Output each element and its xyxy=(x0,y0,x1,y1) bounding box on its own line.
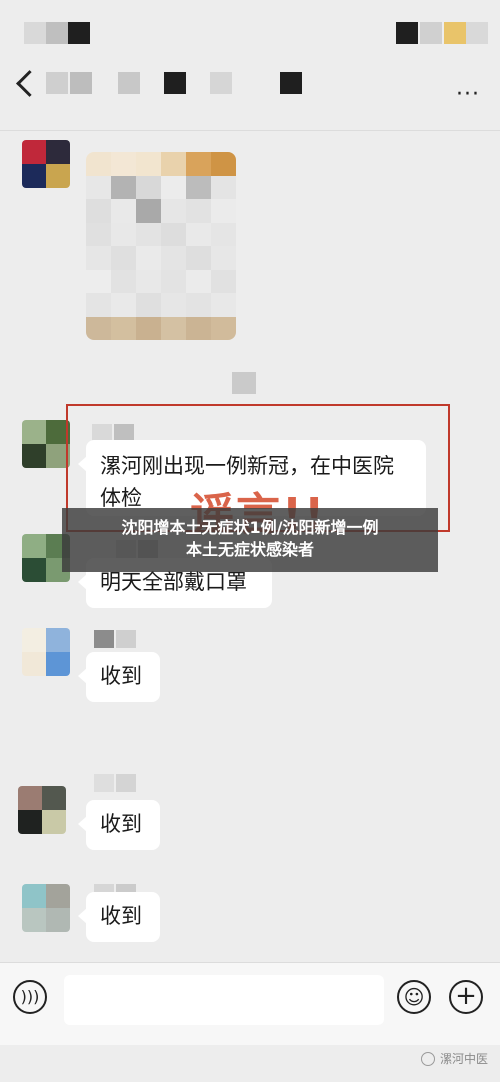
headline-line-2: 本土无症状感染者 xyxy=(185,540,314,559)
watermark: 漯河中医 xyxy=(420,1050,488,1067)
shared-photo[interactable] xyxy=(86,152,236,340)
message-text: 收到 xyxy=(100,812,142,836)
avatar[interactable] xyxy=(22,140,70,188)
headline-overlay: 沈阳增本土无症状1例/沈阳新增一例 本土无症状感染者 xyxy=(62,508,438,572)
avatar[interactable] xyxy=(18,786,66,834)
message-text: 明天全部戴口罩 xyxy=(100,570,247,594)
watermark-text: 漯河中医 xyxy=(439,1052,488,1066)
nickname-pixelated xyxy=(94,630,136,648)
avatar[interactable] xyxy=(22,420,70,468)
nickname-pixelated xyxy=(94,774,136,792)
message-text: 收到 xyxy=(100,904,142,928)
plus-icon[interactable]: + xyxy=(449,980,483,1014)
emoji-icon[interactable]: ☺ xyxy=(397,980,431,1014)
message-input[interactable] xyxy=(64,975,384,1025)
avatar[interactable] xyxy=(22,884,70,932)
message-bubble[interactable]: 收到 xyxy=(78,800,160,850)
timestamp-pixelated xyxy=(232,372,256,394)
more-icon[interactable]: ··· xyxy=(456,82,480,107)
message-bubble[interactable]: 收到 xyxy=(78,652,160,702)
voice-icon[interactable]: ))) xyxy=(13,980,47,1014)
message-bubble[interactable]: 收到 xyxy=(78,892,160,942)
message-text: 收到 xyxy=(100,664,142,688)
avatar[interactable] xyxy=(22,628,70,676)
chat-header xyxy=(0,60,500,131)
status-bar xyxy=(0,0,500,60)
headline-line-1: 沈阳增本土无症状1例/沈阳新增一例 xyxy=(121,518,379,537)
wechat-icon xyxy=(420,1051,435,1066)
